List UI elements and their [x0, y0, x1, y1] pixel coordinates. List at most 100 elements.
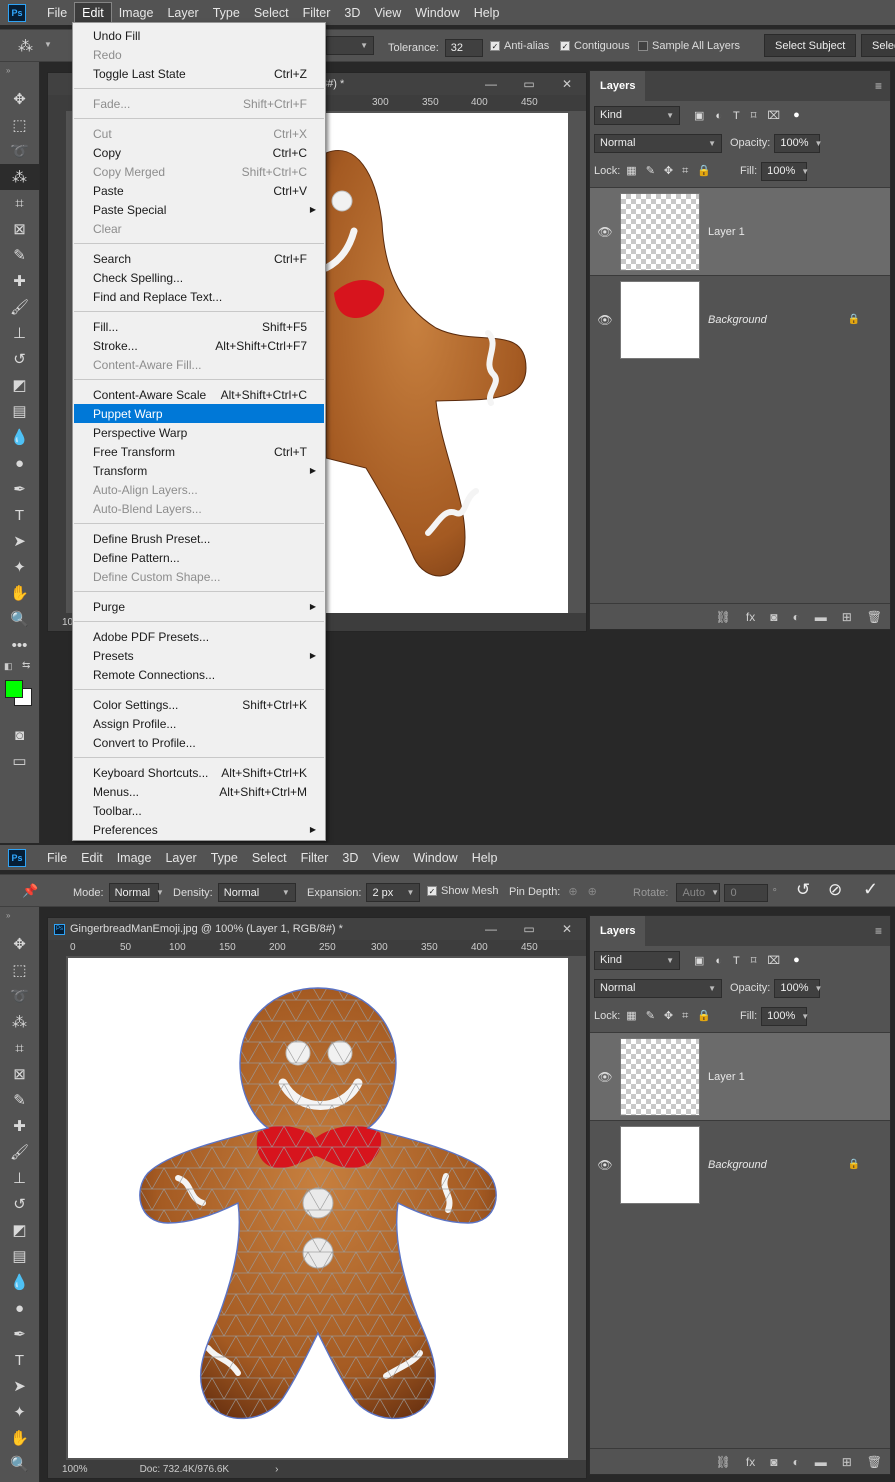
history-brush-tool-icon[interactable]: ↺	[0, 1191, 39, 1217]
menu-item-copy[interactable]: Copy Ctrl+C	[74, 143, 324, 162]
link-layers-icon[interactable]: ⛓	[716, 1455, 731, 1469]
sample-all-layers-checkbox[interactable]	[638, 41, 648, 51]
shape-tool-icon[interactable]: ✦	[0, 554, 39, 580]
pin-icon[interactable]: 📌	[22, 883, 38, 899]
gradient-tool-icon[interactable]: ▤	[0, 398, 39, 424]
trash-icon[interactable]: 🗑	[867, 1455, 882, 1469]
layers-tab[interactable]: Layers	[590, 916, 646, 946]
menu-item-paste-special[interactable]: Paste Special ▶	[74, 200, 324, 219]
menu-item-keyboard-shortcuts[interactable]: Keyboard Shortcuts... Alt+Shift+Ctrl+K	[74, 763, 324, 782]
undo-pins-icon[interactable]: ↺	[796, 880, 810, 900]
lock-icons[interactable]: ▦✎✥⌗🔒	[626, 1009, 720, 1023]
quick-mask-icon[interactable]: ◙	[0, 722, 39, 748]
menu-item-auto-align-layers[interactable]: Auto-Align Layers...	[74, 480, 324, 499]
density-dropdown[interactable]: Normal ▼	[217, 883, 296, 902]
menu-filter[interactable]: Filter	[294, 847, 336, 868]
menu-item-auto-blend-layers[interactable]: Auto-Blend Layers...	[74, 499, 324, 518]
dodge-tool-icon[interactable]: ●	[0, 1295, 39, 1321]
opacity-input[interactable]: 100% ▼	[774, 978, 822, 998]
menu-item-find-and-replace-text[interactable]: Find and Replace Text...	[74, 287, 324, 306]
chevron-down-icon[interactable]: ▼	[44, 40, 52, 49]
menu-item-undo-fill[interactable]: Undo Fill	[74, 26, 324, 45]
menu-item-presets[interactable]: Presets ▶	[74, 646, 324, 665]
menu-item-search[interactable]: Search Ctrl+F	[74, 249, 324, 268]
menu-item-adobe-pdf-presets[interactable]: Adobe PDF Presets...	[74, 627, 324, 646]
brush-tool-icon[interactable]: 🖌	[0, 294, 39, 320]
rotate-angle-input[interactable]: 0	[724, 883, 769, 902]
close-icon[interactable]: ✕	[548, 73, 586, 95]
panel-menu-icon[interactable]: ≡	[875, 924, 882, 938]
mode-dropdown[interactable]: Normal ▼	[108, 883, 164, 902]
menu-item-cut[interactable]: Cut Ctrl+X	[74, 124, 324, 143]
stamp-tool-icon[interactable]: ⊥	[0, 1165, 39, 1191]
hand-tool-icon[interactable]: ✋	[0, 580, 39, 606]
anti-alias-checkbox[interactable]: ✓	[490, 41, 500, 51]
layer-row[interactable]: 👁 Background 🔒	[590, 1120, 890, 1208]
contiguous-checkbox[interactable]: ✓	[560, 41, 570, 51]
menu-item-define-brush-preset[interactable]: Define Brush Preset...	[74, 529, 324, 548]
more-tools-icon[interactable]: •••	[0, 632, 39, 658]
magic-wand-icon[interactable]: ⁂	[18, 37, 33, 55]
menu-layer[interactable]: Layer	[158, 847, 203, 868]
close-icon[interactable]: ✕	[548, 918, 586, 940]
blur-tool-icon[interactable]: 💧	[0, 1269, 39, 1295]
dodge-tool-icon[interactable]: ●	[0, 450, 39, 476]
tolerance-input[interactable]: 32	[444, 39, 483, 57]
menu-item-toolbar[interactable]: Toolbar...	[74, 801, 324, 820]
menu-item-purge[interactable]: Purge ▶	[74, 597, 324, 616]
lock-icons[interactable]: ▦✎✥⌗🔒	[626, 164, 720, 178]
marquee-tool-icon[interactable]: ⬚	[0, 957, 39, 983]
filter-toggle-icon[interactable]: ●	[793, 109, 800, 121]
menu-item-redo[interactable]: Redo	[74, 45, 324, 64]
zoom-tool-icon[interactable]: 🔍	[0, 1451, 39, 1477]
menu-item-copy-merged[interactable]: Copy Merged Shift+Ctrl+C	[74, 162, 324, 181]
path-selection-tool-icon[interactable]: ➤	[0, 1373, 39, 1399]
status-arrow-icon[interactable]: ›	[275, 1464, 278, 1475]
menu-image[interactable]: Image	[110, 847, 159, 868]
folder-icon[interactable]: ▬	[815, 1455, 827, 1469]
eye-icon[interactable]: 👁	[590, 225, 620, 239]
commit-icon[interactable]: ✓	[863, 879, 878, 900]
eyedropper-tool-icon[interactable]: ✎	[0, 1087, 39, 1113]
lasso-tool-icon[interactable]: ➰	[0, 983, 39, 1009]
layer-row[interactable]: 👁 Background 🔒	[590, 275, 890, 363]
eraser-tool-icon[interactable]: ◩	[0, 1217, 39, 1243]
expand-icon[interactable]: »	[0, 907, 39, 931]
menu-edit[interactable]: Edit	[74, 847, 110, 868]
frame-tool-icon[interactable]: ⊠	[0, 216, 39, 242]
fx-icon[interactable]: fx	[746, 1455, 755, 1469]
move-tool-icon[interactable]: ✥	[0, 931, 39, 957]
move-tool-icon[interactable]: ✥	[0, 86, 39, 112]
menu-item-paste[interactable]: Paste Ctrl+V	[74, 181, 324, 200]
zoom-level[interactable]: 100%	[62, 1464, 88, 1475]
pen-tool-icon[interactable]: ✒	[0, 1321, 39, 1347]
filter-icons[interactable]: ▣◐T⌑⌧	[694, 954, 791, 967]
expand-icon[interactable]: »	[0, 62, 39, 86]
adjustment-layer-icon[interactable]: ◐	[792, 610, 799, 624]
menu-item-check-spelling[interactable]: Check Spelling...	[74, 268, 324, 287]
menu-edit[interactable]: Edit	[74, 2, 112, 23]
gradient-tool-icon[interactable]: ▤	[0, 1243, 39, 1269]
type-tool-icon[interactable]: T	[0, 1347, 39, 1373]
adjustment-layer-icon[interactable]: ◐	[792, 1455, 799, 1469]
eye-icon[interactable]: 👁	[590, 313, 620, 327]
sample-size-dropdown[interactable]: ▼	[326, 36, 374, 55]
menu-item-toggle-last-state[interactable]: Toggle Last State Ctrl+Z	[74, 64, 324, 83]
menu-item-color-settings[interactable]: Color Settings... Shift+Ctrl+K	[74, 695, 324, 714]
fx-icon[interactable]: fx	[746, 610, 755, 624]
new-layer-icon[interactable]: ⊞	[842, 1455, 852, 1469]
menu-item-stroke[interactable]: Stroke... Alt+Shift+Ctrl+F7	[74, 336, 324, 355]
path-selection-tool-icon[interactable]: ➤	[0, 528, 39, 554]
image-canvas[interactable]	[326, 113, 568, 613]
minimize-icon[interactable]: —	[472, 918, 510, 940]
blur-tool-icon[interactable]: 💧	[0, 424, 39, 450]
menu-item-free-transform[interactable]: Free Transform Ctrl+T	[74, 442, 324, 461]
restore-icon[interactable]: ▭	[510, 918, 548, 940]
menu-window[interactable]: Window	[408, 2, 466, 23]
opacity-input[interactable]: 100% ▼	[774, 133, 822, 153]
menu-item-assign-profile[interactable]: Assign Profile...	[74, 714, 324, 733]
rotate-dropdown[interactable]: Auto ▼	[676, 883, 721, 902]
menu-item-fade[interactable]: Fade... Shift+Ctrl+F	[74, 94, 324, 113]
lasso-tool-icon[interactable]: ➰	[0, 138, 39, 164]
layer-row[interactable]: 👁 Layer 1	[590, 187, 890, 275]
